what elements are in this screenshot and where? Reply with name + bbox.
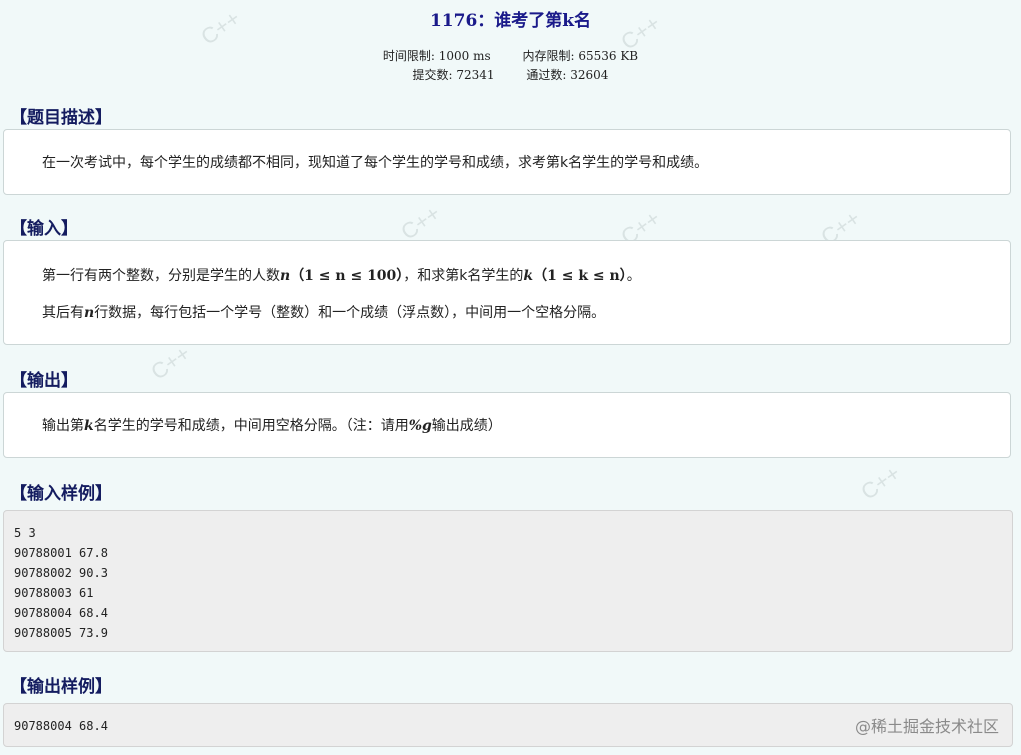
math-format: %g [408, 418, 432, 434]
output-text-a: 输出第 [42, 418, 84, 434]
watermark-text: C++ [396, 200, 445, 245]
description-text: 在一次考试中，每个学生的成绩都不相同，现知道了每个学生的学号和成绩，求考第k名学… [42, 155, 709, 171]
limits-row: 时间限制: 1000 ms 内存限制: 65536 KB [0, 47, 1021, 64]
source-credit: @稀土掘金技术社区 [854, 717, 999, 736]
input-line-1: 第一行有两个整数，分别是学生的人数n（1 ≤ n ≤ 100），和求第k名学生的… [42, 265, 641, 285]
input-line1-text-b: ，和求第k名学生的 [403, 268, 524, 284]
sample-input-heading: 【输入样例】 [10, 484, 112, 504]
math-k: k [84, 418, 94, 434]
math-n: n [84, 305, 95, 321]
time-limit: 时间限制: 1000 ms [382, 49, 491, 63]
output-heading: 【输出】 [10, 371, 78, 391]
output-text-b: 名学生的学号和成绩，中间用空格分隔。（注：请用 [93, 418, 409, 434]
problem-title: 1176：谁考了第k名 [429, 11, 592, 31]
submission-count: 提交数: 72341 [412, 68, 495, 82]
input-line1-text-a: 第一行有两个整数，分别是学生的人数 [42, 268, 280, 284]
output-text-c: 输出成绩） [431, 418, 502, 434]
accepted-count: 通过数: 32604 [526, 68, 609, 82]
description-heading: 【题目描述】 [10, 108, 112, 128]
input-heading: 【输入】 [10, 219, 78, 239]
description-panel: 在一次考试中，每个学生的成绩都不相同，现知道了每个学生的学号和成绩，求考第k名学… [3, 129, 1011, 195]
watermark-text: C++ [146, 340, 195, 385]
math-k-range: （1 ≤ k ≤ n） [533, 268, 627, 284]
output-panel: 输出第k名学生的学号和成绩，中间用空格分隔。（注：请用%g输出成绩） [3, 392, 1011, 458]
math-n-range: （1 ≤ n ≤ 100） [290, 268, 404, 284]
input-line1-text-c: 。 [626, 268, 641, 284]
input-panel: 第一行有两个整数，分别是学生的人数n（1 ≤ n ≤ 100），和求第k名学生的… [3, 240, 1011, 345]
input-line2-text-b: 行数据，每行包括一个学号（整数）和一个成绩（浮点数），中间用一个空格分隔。 [94, 305, 606, 321]
input-line2-text-a: 其后有 [42, 305, 84, 321]
input-line-2: 其后有n行数据，每行包括一个学号（整数）和一个成绩（浮点数），中间用一个空格分隔… [42, 302, 605, 322]
output-text: 输出第k名学生的学号和成绩，中间用空格分隔。（注：请用%g输出成绩） [42, 415, 502, 435]
sample-input-block: 5 3 90788001 67.8 90788002 90.3 90788003… [3, 510, 1013, 652]
math-k: k [523, 268, 534, 284]
math-n: n [280, 268, 291, 284]
watermark-text: C++ [856, 460, 905, 505]
stats-row: 提交数: 72341 通过数: 32604 [0, 66, 1021, 83]
sample-output-heading: 【输出样例】 [10, 677, 112, 697]
memory-limit: 内存限制: 65536 KB [522, 49, 639, 63]
